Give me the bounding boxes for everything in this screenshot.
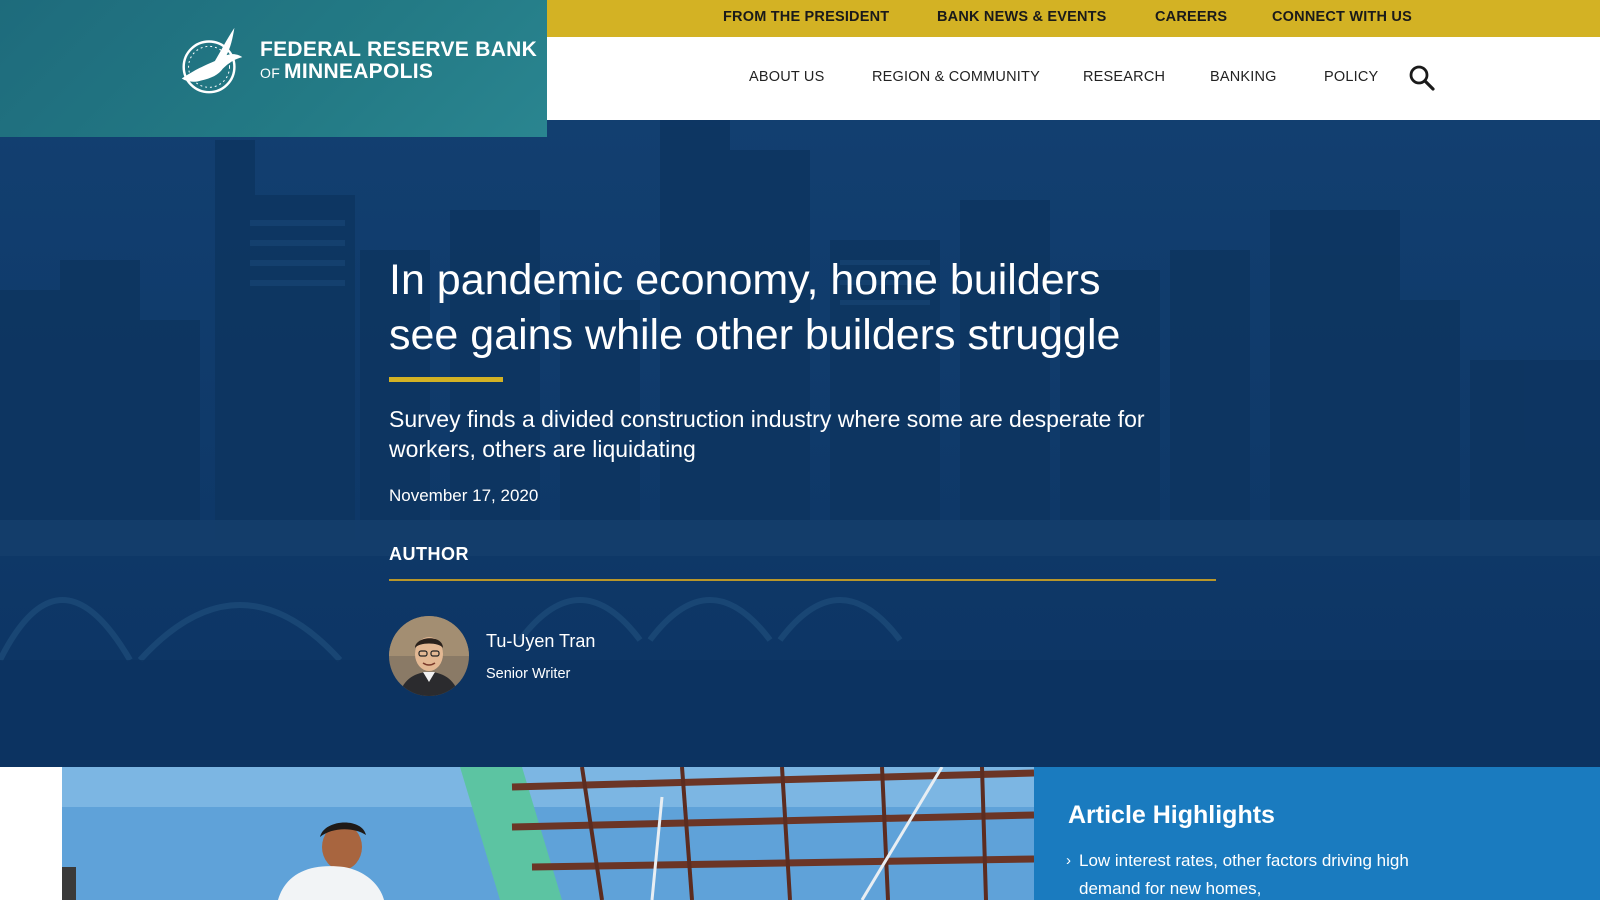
utility-nav: FROM THE PRESIDENT BANK NEWS & EVENTS CA… (547, 0, 1600, 37)
chevron-right-icon: › (1066, 852, 1071, 869)
search-icon[interactable] (1407, 63, 1437, 93)
site-logo[interactable]: FEDERAL RESERVE BANK OF MINNEAPOLIS (172, 22, 537, 100)
article-title: In pandemic economy, home builders see g… (389, 253, 1219, 363)
logo-of: OF (260, 65, 281, 81)
author-role: Senior Writer (486, 665, 571, 682)
nav-banking[interactable]: BANKING (1210, 69, 1277, 85)
utility-link-connect[interactable]: CONNECT WITH US (1272, 9, 1412, 25)
author-name[interactable]: Tu-Uyen Tran (486, 631, 595, 652)
author-heading: AUTHOR (389, 544, 469, 564)
utility-link-careers[interactable]: CAREERS (1155, 9, 1227, 25)
utility-link-news-events[interactable]: BANK NEWS & EVENTS (937, 9, 1107, 25)
highlight-item: › Low interest rates, other factors driv… (1066, 847, 1409, 900)
title-divider (389, 377, 503, 382)
article-highlights: Article Highlights › Low interest rates,… (1034, 767, 1600, 900)
highlights-title: Article Highlights (1068, 801, 1275, 829)
logo-line1: FEDERAL RESERVE BANK (260, 37, 538, 61)
author-card[interactable]: Tu-Uyen Tran Senior Writer (389, 616, 1219, 696)
site-logo-block[interactable]: FEDERAL RESERVE BANK OF MINNEAPOLIS (0, 0, 547, 137)
nav-about-us[interactable]: ABOUT US (749, 69, 824, 85)
article-hero-photo (62, 767, 1034, 900)
article-title-line2: see gains while other builders struggle (389, 311, 1121, 359)
utility-link-president[interactable]: FROM THE PRESIDENT (723, 9, 889, 25)
eagle-seal-icon (181, 27, 243, 94)
nav-policy[interactable]: POLICY (1324, 69, 1378, 85)
nav-research[interactable]: RESEARCH (1083, 69, 1165, 85)
article-title-line1: In pandemic economy, home builders (389, 256, 1101, 304)
nav-region-community[interactable]: REGION & COMMUNITY (872, 69, 1040, 85)
author-divider (389, 579, 1216, 581)
article-subtitle: Survey finds a divided construction indu… (389, 406, 1145, 462)
logo-line2: MINNEAPOLIS (284, 60, 434, 83)
highlight-item-text: Low interest rates, other factors drivin… (1079, 851, 1409, 898)
author-avatar[interactable] (389, 616, 469, 696)
construction-worker-photo (62, 767, 1034, 900)
article-date: November 17, 2020 (389, 486, 539, 505)
hero-banner: In pandemic economy, home builders see g… (0, 120, 1600, 767)
article-header: In pandemic economy, home builders see g… (389, 253, 1219, 696)
main-nav: ABOUT US REGION & COMMUNITY RESEARCH BAN… (547, 37, 1600, 120)
